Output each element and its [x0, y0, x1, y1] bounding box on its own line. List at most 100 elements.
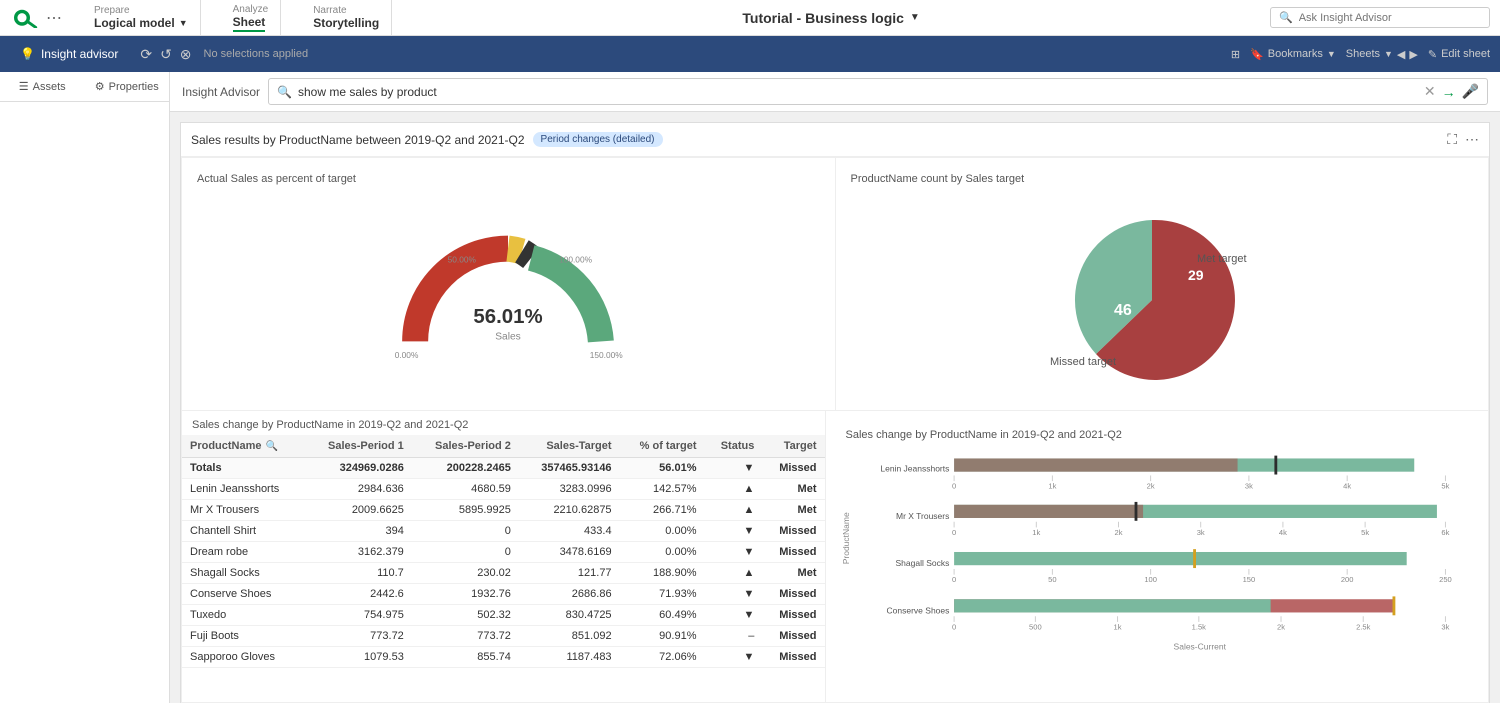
svg-text:1k: 1k — [1032, 528, 1040, 537]
cell-status: Missed — [762, 542, 824, 563]
insight-icon: 💡 — [20, 47, 35, 61]
table-row: Dream robe 3162.379 0 3478.6169 0.00% ▼ … — [182, 542, 825, 563]
bar-current-3 — [954, 552, 1407, 565]
cell-p1: 773.72 — [305, 626, 412, 647]
result-header-actions: ⛶ ⋯ — [1447, 131, 1479, 148]
pie-missed-value: 46 — [1114, 302, 1132, 319]
col-target-flag: Target — [762, 435, 824, 458]
nav-analyze[interactable]: Analyze Sheet — [221, 0, 282, 35]
selection-forward-icon[interactable]: ↺ — [160, 46, 172, 63]
bar-target-marker-2 — [1134, 502, 1137, 521]
selection-back-icon[interactable]: ⟳ — [140, 46, 152, 63]
sheet-label: Sheet — [233, 15, 266, 32]
cell-pct: 71.93% — [620, 584, 705, 605]
top-search-bar[interactable]: 🔍 — [1270, 7, 1490, 28]
bookmarks-button[interactable]: 🔖 Bookmarks ▼ — [1250, 48, 1336, 61]
bookmarks-label: Bookmarks — [1268, 48, 1323, 60]
cell-p1: 3162.379 — [305, 542, 412, 563]
expand-icon[interactable]: ⛶ — [1447, 131, 1457, 148]
svg-text:3k: 3k — [1441, 622, 1449, 631]
svg-text:0: 0 — [952, 575, 956, 584]
tab-assets[interactable]: ☰ Assets — [0, 72, 85, 101]
result-card: Sales results by ProductName between 201… — [180, 122, 1490, 703]
more-dots[interactable]: ⋯ — [46, 8, 62, 28]
table-row: Chantell Shirt 394 0 433.4 0.00% ▼ Misse… — [182, 521, 825, 542]
cell-name: Dream robe — [182, 542, 305, 563]
cell-p2: 4680.59 — [412, 479, 519, 500]
cell-tgt: 3478.6169 — [519, 542, 620, 563]
col-productname: ProductName 🔍 — [182, 435, 305, 458]
grid-icon: ⊞ — [1231, 48, 1240, 61]
cell-status: Missed — [762, 647, 824, 668]
search-input[interactable] — [298, 85, 1418, 99]
pie-container: 46 29 Met target Missed target — [851, 195, 1474, 395]
cell-p2: 502.32 — [412, 605, 519, 626]
bar-chart-title: Sales change by ProductName in 2019-Q2 a… — [836, 421, 1479, 441]
gauge-svg: 56.01% Sales 0.00% 50.00% 100.00% 150.00… — [378, 205, 638, 385]
svg-text:2k: 2k — [1114, 528, 1122, 537]
chevron-down-icon: ▼ — [1384, 49, 1393, 59]
col-status: Status — [704, 435, 762, 458]
nav-prepare[interactable]: Prepare Logical model ▼ — [82, 0, 201, 35]
totals-target: 357465.93146 — [519, 458, 620, 479]
app-title[interactable]: Tutorial - Business logic ▼ — [742, 10, 919, 26]
search-mic-icon[interactable]: 🎤 — [1462, 83, 1479, 100]
cell-name: Shagall Socks — [182, 563, 305, 584]
gauge-container: 56.01% Sales 0.00% 50.00% 100.00% 150.00… — [197, 195, 820, 395]
table-row: Sapporoo Gloves 1079.53 855.74 1187.483 … — [182, 647, 825, 668]
search-row: Insight Advisor 🔍 ✕ → 🎤 — [170, 72, 1500, 112]
top-search-input[interactable] — [1299, 12, 1459, 24]
insight-advisor-button[interactable]: 💡 Insight advisor — [10, 43, 128, 65]
cell-pct: 0.00% — [620, 521, 705, 542]
grid-view-button[interactable]: ⊞ — [1231, 48, 1240, 61]
next-sheet-icon[interactable]: ▶ — [1409, 48, 1417, 61]
nav-narrate[interactable]: Narrate Storytelling — [301, 0, 392, 35]
properties-icon: ⚙ — [95, 80, 105, 93]
table-section: Sales change by ProductName in 2019-Q2 a… — [182, 411, 826, 702]
prev-sheet-icon[interactable]: ◀ — [1397, 48, 1405, 61]
bar-chart-svg: ProductName Lenin Jeansshorts — [836, 449, 1479, 689]
chevron-down-icon: ▼ — [910, 12, 920, 23]
bar-label-2: Mr X Trousers — [896, 511, 949, 521]
storytelling-label: Storytelling — [313, 16, 379, 30]
bar-target-marker-3 — [1193, 549, 1196, 568]
cell-pct: 60.49% — [620, 605, 705, 626]
cell-name: Tuxedo — [182, 605, 305, 626]
cell-status: Missed — [762, 626, 824, 647]
bar-chart-section: Sales change by ProductName in 2019-Q2 a… — [826, 411, 1489, 702]
cell-p2: 0 — [412, 542, 519, 563]
cell-p2: 5895.9925 — [412, 500, 519, 521]
more-options-icon[interactable]: ⋯ — [1465, 131, 1479, 148]
search-icon: 🔍 — [277, 85, 292, 99]
sheets-nav: Sheets ▼ ◀ ▶ — [1346, 48, 1418, 61]
toolbar-right-group: ⊞ 🔖 Bookmarks ▼ Sheets ▼ ◀ ▶ ✎ Edit shee… — [1231, 48, 1490, 61]
search-submit-icon[interactable]: → — [1442, 84, 1456, 100]
search-column-icon[interactable]: 🔍 — [266, 441, 278, 452]
bar-red-2 — [954, 505, 1143, 518]
edit-sheet-button[interactable]: ✎ Edit sheet — [1428, 48, 1490, 61]
pie-svg: 46 29 Met target Missed target — [1022, 190, 1302, 400]
cell-tgt: 3283.0996 — [519, 479, 620, 500]
table-row: Lenin Jeansshorts 2984.636 4680.59 3283.… — [182, 479, 825, 500]
cell-name: Lenin Jeansshorts — [182, 479, 305, 500]
cell-p2: 230.02 — [412, 563, 519, 584]
gauge-chart-panel: Actual Sales as percent of target — [182, 158, 836, 410]
y-axis-label: ProductName — [841, 512, 851, 564]
cell-arrow: ▲ — [704, 563, 762, 584]
no-selections-text: No selections applied — [204, 48, 309, 60]
cell-tgt: 121.77 — [519, 563, 620, 584]
clear-selections-icon[interactable]: ⊗ — [180, 46, 192, 63]
svg-text:3k: 3k — [1244, 482, 1252, 491]
cell-p1: 1079.53 — [305, 647, 412, 668]
tab-properties[interactable]: ⚙ Properties — [85, 72, 170, 101]
cell-status: Missed — [762, 584, 824, 605]
search-icon: 🔍 — [1279, 11, 1293, 24]
search-clear-icon[interactable]: ✕ — [1424, 83, 1436, 100]
bar-label-4: Conserve Shoes — [886, 605, 949, 615]
search-box[interactable]: 🔍 ✕ → 🎤 — [268, 78, 1488, 105]
gauge-center-label: Sales — [495, 332, 521, 343]
cell-tgt: 2210.62875 — [519, 500, 620, 521]
svg-text:1k: 1k — [1048, 482, 1056, 491]
cell-arrow: ▲ — [704, 500, 762, 521]
cell-name: Chantell Shirt — [182, 521, 305, 542]
